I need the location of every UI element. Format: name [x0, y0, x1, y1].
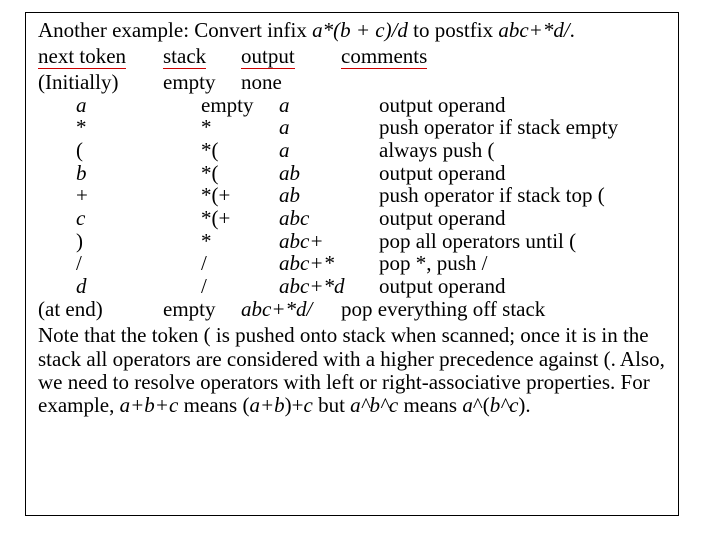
footnote: Note that the token ( is pushed onto sta…	[38, 324, 666, 416]
stack-cell: empty	[163, 298, 241, 321]
table-row: (Initially) emptynone	[38, 71, 666, 94]
note-expr: a+b+c	[120, 393, 179, 417]
token-cell: +	[76, 183, 88, 207]
note-expr: b^c	[490, 393, 519, 417]
token-cell: (Initially)	[38, 70, 118, 94]
stack-cell: *(+	[201, 184, 279, 207]
header-token: next token	[38, 45, 126, 70]
token-cell: (	[76, 138, 83, 162]
comment-cell	[341, 71, 666, 94]
note-text: )+	[285, 393, 304, 417]
table-row: ( *(aalways push (	[38, 139, 666, 162]
table-row: (at end) emptyabc+*d/ pop everything off …	[38, 298, 666, 321]
stack-cell: /	[201, 275, 279, 298]
comment-cell: output operand	[379, 162, 666, 185]
table-row: b *(aboutput operand	[38, 162, 666, 185]
output-cell: a	[279, 116, 379, 139]
note-text: means (	[178, 393, 249, 417]
stack-cell: *	[201, 230, 279, 253]
stack-cell: *(	[201, 139, 279, 162]
output-cell: none	[241, 71, 341, 94]
table-row: c *(+abcoutput operand	[38, 207, 666, 230]
comment-cell: push operator if stack top (	[379, 184, 666, 207]
comment-cell: pop everything off stack	[341, 298, 666, 321]
stack-cell: *(+	[201, 207, 279, 230]
table-row: **apush operator if stack empty	[38, 116, 666, 139]
output-cell: abc+*d/	[241, 298, 341, 321]
title-mid: to postfix	[408, 18, 498, 42]
content-frame: Another example: Convert infix a*(b + c)…	[25, 12, 679, 516]
output-cell: ab	[279, 184, 379, 207]
conversion-table: (Initially)emptynoneaemptyaoutput operan…	[38, 71, 666, 320]
table-row: d /abc+*doutput operand	[38, 275, 666, 298]
comment-cell: output operand	[379, 275, 666, 298]
note-text: but	[313, 393, 350, 417]
header-stack: stack	[163, 45, 206, 70]
output-cell: ab	[279, 162, 379, 185]
note-text: ^(	[473, 393, 490, 417]
token-cell: (at end)	[38, 297, 103, 321]
note-text: means	[398, 393, 462, 417]
table-row: aemptyaoutput operand	[38, 94, 666, 117]
output-cell: abc+*d	[279, 275, 379, 298]
comment-cell: push operator if stack empty	[379, 116, 666, 139]
table-row: //abc+*pop *, push /	[38, 252, 666, 275]
output-cell: a	[279, 139, 379, 162]
comment-cell: pop all operators until (	[379, 230, 666, 253]
header-comments: comments	[341, 45, 427, 70]
output-cell: a	[279, 94, 379, 117]
comment-cell: always push (	[379, 139, 666, 162]
note-expr: a+b	[249, 393, 284, 417]
token-cell: c	[76, 206, 85, 230]
comment-cell: output operand	[379, 207, 666, 230]
comment-cell: pop *, push /	[379, 252, 666, 275]
token-cell: d	[76, 274, 87, 298]
stack-cell: empty	[201, 94, 279, 117]
table-row: ) *abc+pop all operators until (	[38, 230, 666, 253]
token-cell: *	[76, 115, 87, 139]
output-cell: abc+*	[279, 252, 379, 275]
comment-cell: output operand	[379, 94, 666, 117]
title-post: .	[570, 18, 575, 42]
token-cell: )	[76, 229, 83, 253]
title: Another example: Convert infix a*(b + c)…	[38, 19, 666, 43]
stack-cell: *(	[201, 162, 279, 185]
stack-cell: *	[201, 116, 279, 139]
stack-cell: empty	[163, 71, 241, 94]
token-cell: /	[76, 251, 82, 275]
title-infix: a*(b + c)/d	[312, 18, 408, 42]
note-expr: a	[462, 393, 473, 417]
table-row: + *(+abpush operator if stack top (	[38, 184, 666, 207]
note-expr: a^b^c	[350, 393, 398, 417]
note-expr: c	[303, 393, 312, 417]
header-output: output	[241, 45, 295, 70]
token-cell: b	[76, 161, 87, 185]
title-postfix: abc+*d/	[498, 18, 569, 42]
output-cell: abc+	[279, 230, 379, 253]
note-text: ).	[518, 393, 530, 417]
token-cell: a	[76, 93, 87, 117]
column-headers: next token stack output comments	[38, 45, 666, 70]
stack-cell: /	[201, 252, 279, 275]
title-pre: Another example: Convert infix	[38, 18, 312, 42]
output-cell: abc	[279, 207, 379, 230]
